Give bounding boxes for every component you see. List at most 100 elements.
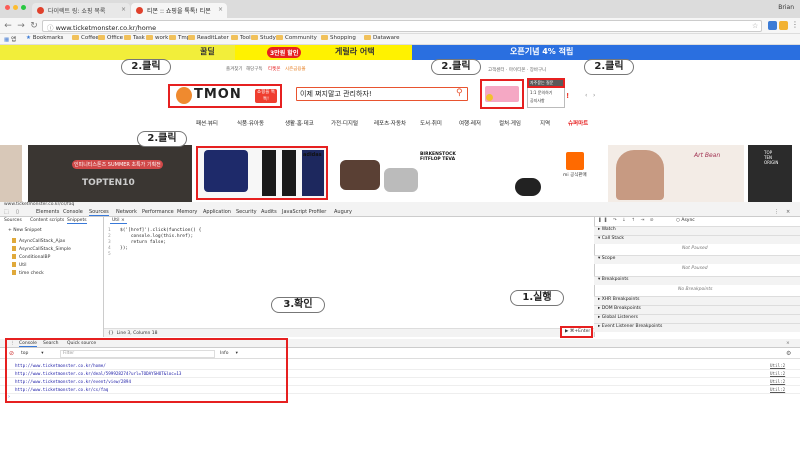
devtools-tab[interactable]: Memory bbox=[177, 209, 197, 215]
inspect-icon[interactable]: ⬚ bbox=[4, 209, 9, 215]
snippet-item[interactable]: Util bbox=[12, 262, 27, 268]
gnb-item[interactable]: 생활·홈·데코 bbox=[285, 119, 314, 127]
bookmark-item[interactable]: ReaditLater bbox=[188, 35, 229, 41]
gnb-item[interactable]: 식품·유아동 bbox=[237, 119, 264, 127]
devtools-tab[interactable]: JavaScript Profiler bbox=[282, 209, 326, 215]
devtools-tab[interactable]: Augury bbox=[334, 209, 352, 215]
top-right-links[interactable]: 고객센터 · 마이티몬 · 장바구니 bbox=[488, 67, 546, 73]
bookmark-item[interactable]: Coffee bbox=[72, 35, 99, 41]
profile-name[interactable]: Brian bbox=[778, 4, 794, 11]
section-scope[interactable]: ▾ Scope bbox=[598, 256, 615, 261]
snippet-item[interactable]: time check bbox=[12, 270, 44, 276]
gnb-item[interactable]: 여행·레저 bbox=[459, 119, 481, 127]
minimize-window-icon[interactable] bbox=[13, 5, 18, 10]
gnb-item-supermart[interactable]: 슈퍼마트 bbox=[568, 119, 588, 127]
run-snippet-button[interactable]: ▶ ⌘+Enter bbox=[560, 326, 593, 338]
section-global[interactable]: ▸ Global Listeners bbox=[598, 315, 638, 320]
format-icon[interactable]: {} bbox=[108, 331, 114, 336]
dropdown-item-faq[interactable]: 자주묻는 질문 bbox=[530, 80, 553, 86]
back-arrow-icon[interactable]: ← bbox=[3, 21, 13, 31]
log-source-link[interactable]: Util:2 bbox=[770, 363, 785, 368]
devtools-tab[interactable]: Network bbox=[116, 209, 137, 215]
gnb-item[interactable]: 가전·디지털 bbox=[331, 119, 358, 127]
dropdown-item-inquiry[interactable]: 1:1 문의하기 bbox=[530, 90, 552, 96]
log-source-link[interactable]: Util:2 bbox=[770, 379, 785, 384]
section-event-listener[interactable]: ▸ Event Listener Breakpoints bbox=[598, 324, 662, 329]
bookmark-star-icon[interactable]: ☆ bbox=[752, 22, 758, 30]
debugger-controls[interactable]: ❚❚ ↷ ↓ ↑ ⇥ ⊘ bbox=[598, 218, 656, 223]
browser-tab-1[interactable]: 다이렉트 링: 쇼핑 목록 × bbox=[32, 3, 130, 18]
tmon-logo[interactable]: TMON bbox=[194, 87, 242, 102]
gnb-item[interactable]: 레포츠·자동차 bbox=[374, 119, 406, 127]
navigator-tab[interactable]: Sources bbox=[4, 218, 22, 223]
devtools-tab[interactable]: Application bbox=[203, 209, 231, 215]
reload-icon[interactable]: ↻ bbox=[29, 21, 39, 31]
devtools-tab[interactable]: Security bbox=[236, 209, 257, 215]
bookmark-item[interactable]: Study bbox=[251, 35, 276, 41]
bookmark-apps[interactable]: ▦ 앱 bbox=[4, 35, 16, 43]
navigator-tab[interactable]: Content scripts bbox=[30, 218, 64, 223]
bookmark-item[interactable]: Task bbox=[124, 35, 145, 41]
top-menu-item[interactable]: 해당구독 bbox=[246, 66, 263, 72]
log-source-link[interactable]: Util:2 bbox=[770, 371, 785, 376]
top-menu-item[interactable]: 티켓몬 bbox=[268, 66, 280, 72]
devtools-tab[interactable]: Performance bbox=[142, 209, 174, 215]
tab-close-icon[interactable]: × bbox=[121, 6, 126, 13]
top-menu-item[interactable]: 시즌금융몰 bbox=[285, 66, 306, 72]
extension-icon[interactable] bbox=[768, 21, 777, 30]
section-dom[interactable]: ▸ DOM Breakpoints bbox=[598, 306, 641, 311]
prev-arrow-icon[interactable]: ‹ bbox=[585, 92, 587, 99]
async-checkbox[interactable]: ○ Async bbox=[676, 218, 695, 223]
bookmark-item[interactable]: Tool bbox=[231, 35, 251, 41]
legging-image bbox=[282, 150, 296, 196]
devtools-tab-sources[interactable]: Sources bbox=[89, 209, 109, 216]
bookmark-item[interactable]: Office bbox=[98, 35, 123, 41]
bookmark-item[interactable]: Shopping bbox=[321, 35, 356, 41]
navigator-tab-snippets[interactable]: Snippets bbox=[67, 218, 87, 224]
drawer-close-icon[interactable]: × bbox=[786, 341, 790, 346]
forward-arrow-icon[interactable]: → bbox=[16, 21, 26, 31]
device-toggle-icon[interactable]: ▯ bbox=[16, 209, 19, 215]
section-xhr[interactable]: ▸ XHR Breakpoints bbox=[598, 297, 640, 302]
section-call-stack[interactable]: ▾ Call Stack bbox=[598, 236, 624, 241]
extension-icon[interactable] bbox=[779, 21, 788, 30]
gnb-item[interactable]: 도서·취미 bbox=[420, 119, 442, 127]
snippet-item[interactable]: AsyncCallStack_Ajax bbox=[12, 238, 65, 244]
console-settings-icon[interactable]: ⚙ bbox=[786, 350, 791, 357]
section-breakpoints[interactable]: ▾ Breakpoints bbox=[598, 277, 629, 282]
gnb-item[interactable]: 컬처·게임 bbox=[499, 119, 521, 127]
maximize-window-icon[interactable] bbox=[21, 5, 26, 10]
close-window-icon[interactable] bbox=[5, 5, 10, 10]
log-source-link[interactable]: Util:2 bbox=[770, 387, 785, 392]
next-arrow-icon[interactable]: › bbox=[593, 92, 595, 99]
top-promo-banner[interactable] bbox=[0, 45, 800, 60]
devtools-tab[interactable]: Elements bbox=[36, 209, 59, 215]
snippet-item[interactable]: ConditionalBP bbox=[12, 254, 50, 260]
devtools-tab[interactable]: Console bbox=[63, 209, 83, 215]
section-watch[interactable]: ▸ Watch bbox=[598, 227, 616, 232]
code-line: }); bbox=[120, 246, 129, 251]
tab-close-icon[interactable]: × bbox=[218, 6, 223, 13]
bookmark-item[interactable]: ★ Bookmarks bbox=[26, 35, 63, 41]
gnb-item[interactable]: 지역 bbox=[540, 119, 550, 127]
gnb-item[interactable]: 패션·뷰티 bbox=[196, 119, 218, 127]
devtools-tab[interactable]: Audits bbox=[261, 209, 277, 215]
new-snippet-button[interactable]: + New Snippet bbox=[8, 228, 42, 233]
search-icon[interactable]: ⚲ bbox=[456, 88, 463, 98]
url-input[interactable]: ⓘ www.ticketmonster.co.kr/home bbox=[42, 20, 762, 32]
menu-kebab-icon[interactable]: ⋮ bbox=[791, 20, 799, 29]
devtools-menu-icon[interactable]: ⋮ bbox=[774, 209, 779, 215]
bookmark-item[interactable]: Community bbox=[276, 35, 317, 41]
code-line: return false; bbox=[120, 240, 167, 245]
editor-tab-util[interactable]: Util × bbox=[110, 218, 127, 224]
browser-tab-2[interactable]: 티몬 :: 쇼핑을 톡톡! 티몬 × bbox=[131, 3, 227, 18]
devtools-close-icon[interactable]: × bbox=[786, 209, 790, 215]
dropdown-item-notice[interactable]: 공지사항 bbox=[530, 98, 545, 104]
callout-click-dropdown: 2.클릭 bbox=[584, 59, 634, 75]
deal-tile-summer[interactable] bbox=[28, 145, 192, 202]
deal-tile[interactable] bbox=[0, 145, 22, 202]
bookmark-item[interactable]: work bbox=[146, 35, 168, 41]
bookmark-item[interactable]: Dataware bbox=[364, 35, 400, 41]
snippet-item[interactable]: AsyncCallStack_Simple bbox=[12, 246, 71, 252]
top-menu-item[interactable]: 즐겨찾기 bbox=[226, 66, 243, 72]
